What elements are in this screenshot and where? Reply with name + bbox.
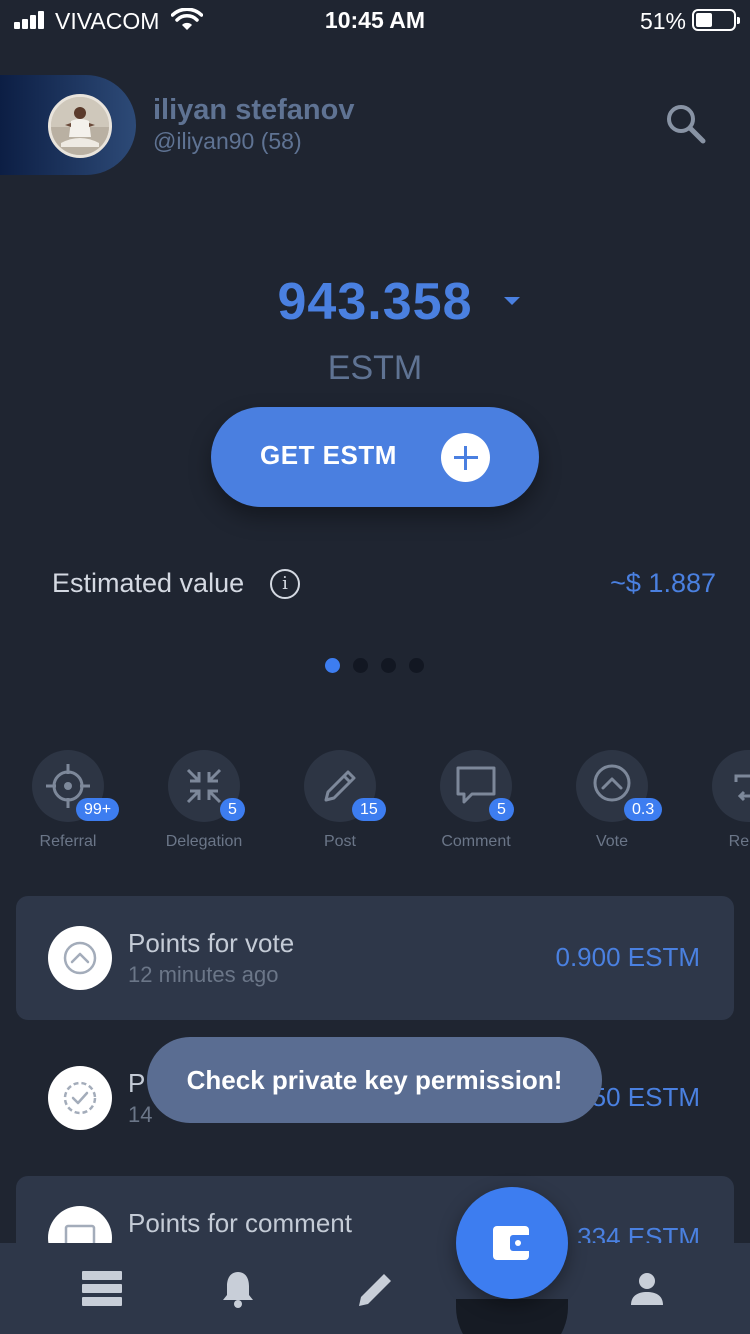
- nav-feed[interactable]: [62, 1243, 142, 1334]
- avatar[interactable]: [48, 94, 112, 158]
- nav-notch: [456, 1299, 568, 1334]
- activity-badge: 15: [352, 798, 386, 821]
- activity-label: Comment: [441, 833, 511, 850]
- page-dot[interactable]: [381, 658, 396, 673]
- balance-value: 943.358: [277, 273, 473, 331]
- transaction-title: P: [128, 1068, 146, 1098]
- check-circle-icon: [48, 1066, 112, 1130]
- activity-badge: 99+: [76, 798, 120, 821]
- activity-label: Referral: [39, 833, 97, 850]
- reblog-icon: [734, 774, 750, 802]
- bell-icon: [223, 1271, 253, 1308]
- page-dot[interactable]: [325, 658, 340, 673]
- plus-icon: [441, 433, 490, 482]
- transaction-amount: 50 ESTM: [591, 1082, 700, 1112]
- person-icon: [631, 1272, 663, 1305]
- info-icon[interactable]: i: [270, 569, 300, 599]
- nav-profile[interactable]: [607, 1243, 687, 1334]
- activity-badge: 0.3: [624, 798, 663, 821]
- nav-notifications[interactable]: [198, 1243, 278, 1334]
- wallet-screen: VIVACOM 10:45 AM 51% iliyan stefanov @il…: [0, 0, 750, 1334]
- transaction-row[interactable]: Points for vote 12 minutes ago 0.900 EST…: [16, 896, 734, 1020]
- transaction-time: 14: [128, 1102, 153, 1127]
- activity-label: Post: [323, 833, 356, 850]
- bottom-nav: [0, 1243, 750, 1334]
- transaction-amount: 0.900 ESTM: [555, 942, 700, 972]
- activity-circle: [712, 750, 750, 822]
- page-dot[interactable]: [353, 658, 368, 673]
- feed-icon: [82, 1270, 122, 1306]
- get-estm-label: GET ESTM: [260, 440, 397, 470]
- status-bar: VIVACOM 10:45 AM 51%: [0, 0, 750, 42]
- clock: 10:45 AM: [324, 7, 426, 33]
- nav-editor[interactable]: [336, 1243, 416, 1334]
- estimated-value: ~$ 1.887: [610, 568, 716, 598]
- activity-badge: 5: [220, 798, 245, 821]
- transaction-title: Points for comment: [128, 1208, 352, 1238]
- balance-unit: ESTM: [327, 349, 423, 387]
- activity-label: Vote: [595, 833, 629, 850]
- search-icon[interactable]: [664, 102, 708, 146]
- balance-row[interactable]: 943.358: [0, 272, 750, 332]
- wallet-icon: [493, 1226, 532, 1260]
- battery-icon: [692, 9, 740, 31]
- get-estm-button[interactable]: GET ESTM: [211, 407, 539, 507]
- page-dot[interactable]: [409, 658, 424, 673]
- estimated-value-label: Estimated value: [52, 568, 245, 598]
- wallet-button[interactable]: [456, 1187, 568, 1299]
- activity-label: Delegation: [165, 833, 243, 850]
- upvote-icon: [48, 926, 112, 990]
- activity-badge: 5: [489, 798, 514, 821]
- profile-name: iliyan stefanov: [153, 94, 355, 126]
- activity-label: Reb: [728, 833, 750, 850]
- pencil-icon: [359, 1273, 391, 1306]
- battery-percent: 51%: [639, 8, 686, 34]
- toast-message: Check private key permission!: [147, 1037, 602, 1123]
- caret-down-icon[interactable]: [504, 297, 520, 305]
- profile-handle: @iliyan90 (58): [153, 128, 302, 154]
- transaction-title: Points for vote: [128, 928, 295, 958]
- transaction-time: 12 minutes ago: [128, 962, 279, 987]
- battery-fill: [696, 13, 713, 27]
